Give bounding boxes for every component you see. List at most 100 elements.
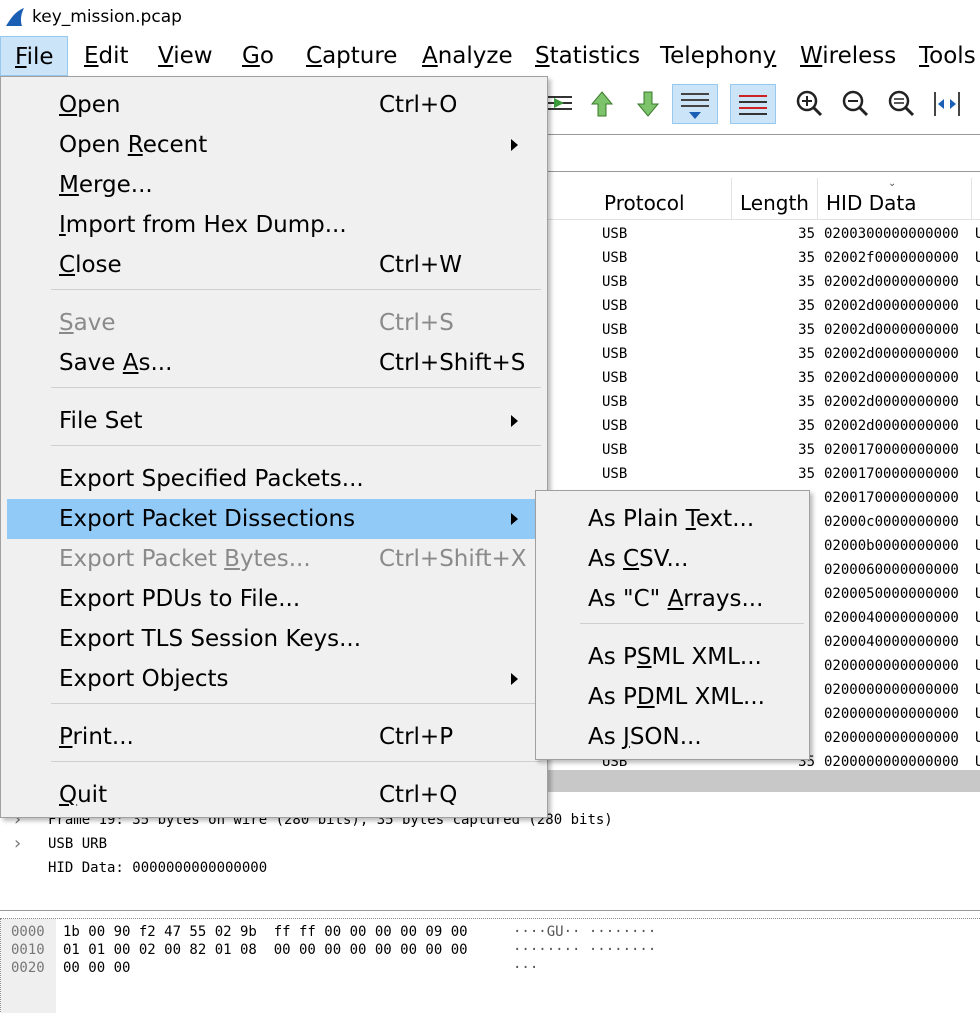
byte-offset: 0010	[11, 942, 45, 958]
menu-capture[interactable]: Capture	[292, 36, 411, 76]
submenu-item-json[interactable]: As JSON...	[536, 717, 809, 757]
packet-row[interactable]: USB 35 02002d0000000000 U	[540, 390, 980, 414]
detail-usb-urb[interactable]: USB URB	[48, 836, 107, 852]
title-bar: key_mission.pcap	[0, 0, 980, 36]
menu-item-file-set[interactable]: File Set	[7, 401, 535, 441]
packet-row[interactable]: USB 35 02002d0000000000 U	[540, 270, 980, 294]
byte-ascii[interactable]: ········ ········	[513, 942, 656, 958]
cell-hid-data: 02002d0000000000	[824, 394, 959, 410]
menu-item-import-hex[interactable]: Import from Hex Dump...	[7, 205, 535, 245]
submenu-item-csv[interactable]: As CSV...	[536, 539, 809, 579]
submenu-arrow-icon	[511, 139, 518, 151]
last-packet-icon[interactable]	[628, 84, 668, 124]
byte-hex[interactable]: 1b 00 90 f2 47 55 02 9b ff ff 00 00 00 0…	[63, 924, 468, 940]
menu-item-open[interactable]: Open Ctrl+O	[7, 85, 535, 125]
byte-hex[interactable]: 01 01 00 02 00 82 01 08 00 00 00 00 00 0…	[63, 942, 468, 958]
byte-hex[interactable]: 00 00 00	[63, 960, 130, 976]
cell-hid-data: 0200000000000000	[824, 658, 959, 674]
byte-ascii[interactable]: ···	[513, 960, 538, 976]
auto-scroll-icon[interactable]	[672, 84, 718, 124]
cell-length: 35	[798, 346, 815, 362]
cell-hid-data: 0200300000000000	[824, 226, 959, 242]
cell-hid-data: 02002d0000000000	[824, 322, 959, 338]
packet-row[interactable]: USB 35 02002f0000000000 U	[540, 246, 980, 270]
packet-row[interactable]: USB 35 0200170000000000 U	[540, 462, 980, 486]
menu-item-quit[interactable]: Quit Ctrl+Q	[7, 775, 535, 815]
menu-item-open-recent[interactable]: Open Recent	[7, 125, 535, 165]
packet-list-header: Protocol Length HID Data ⌄	[540, 178, 980, 220]
menu-item-export-pdus[interactable]: Export PDUs to File...	[7, 579, 535, 619]
menu-item-close[interactable]: Close Ctrl+W	[7, 245, 535, 285]
menu-view[interactable]: View	[144, 36, 227, 76]
menu-item-export-specified[interactable]: Export Specified Packets...	[7, 459, 535, 499]
menu-item-save-as[interactable]: Save As... Ctrl+Shift+S	[7, 343, 535, 383]
cell-hid-data: 0200040000000000	[824, 634, 959, 650]
sort-indicator-icon: ⌄	[888, 178, 897, 189]
menu-file[interactable]: File	[0, 36, 68, 76]
cell-hid-data: 0200170000000000	[824, 466, 959, 482]
menu-go[interactable]: Go	[228, 36, 288, 76]
cell-protocol: USB	[602, 442, 628, 458]
menu-item-export-bytes[interactable]: Export Packet Bytes... Ctrl+Shift+X	[7, 539, 535, 579]
cell-info: U	[975, 370, 980, 386]
colorize-icon[interactable]	[730, 84, 776, 124]
column-header-length[interactable]: Length	[732, 178, 818, 220]
horizontal-scrollbar[interactable]	[540, 770, 980, 792]
main-toolbar	[540, 78, 980, 130]
packet-row[interactable]: USB 35 02002d0000000000 U	[540, 342, 980, 366]
cell-length: 35	[798, 274, 815, 290]
packet-row[interactable]: USB 35 02002d0000000000 U	[540, 294, 980, 318]
cell-protocol: USB	[602, 274, 628, 290]
zoom-out-icon[interactable]	[836, 84, 876, 124]
menu-wireless[interactable]: Wireless	[786, 36, 910, 76]
menu-bar: File Edit View Go Capture Analyze Statis…	[0, 36, 980, 76]
menu-statistics[interactable]: Statistics	[521, 36, 654, 76]
cell-info: U	[975, 658, 980, 674]
cell-info: U	[975, 754, 980, 770]
expand-chevron-icon[interactable]: ›	[14, 833, 21, 854]
cell-length: 35	[798, 466, 815, 482]
cell-hid-data: 02000b0000000000	[824, 538, 959, 554]
menu-analyze[interactable]: Analyze	[408, 36, 527, 76]
menu-edit[interactable]: Edit	[70, 36, 143, 76]
submenu-item-pdml[interactable]: As PDML XML...	[536, 677, 809, 717]
shortcut-export-bytes: Ctrl+Shift+X	[379, 546, 527, 572]
menu-item-export-objects[interactable]: Export Objects	[7, 659, 535, 699]
menu-item-merge[interactable]: Merge...	[7, 165, 535, 205]
cell-hid-data: 0200000000000000	[824, 730, 959, 746]
display-filter-input[interactable]	[540, 134, 980, 172]
menu-separator	[51, 703, 541, 704]
shortcut-close: Ctrl+W	[379, 252, 462, 278]
zoom-in-icon[interactable]	[790, 84, 830, 124]
cell-info: U	[975, 322, 980, 338]
menu-item-save[interactable]: Save Ctrl+S	[7, 303, 535, 343]
submenu-arrow-icon	[511, 415, 518, 427]
submenu-item-plain-text[interactable]: As Plain Text...	[536, 499, 809, 539]
detail-hid-data[interactable]: HID Data: 0000000000000000	[48, 860, 267, 876]
packet-row[interactable]: USB 35 02002d0000000000 U	[540, 318, 980, 342]
menu-tools[interactable]: Tools	[905, 36, 980, 76]
cell-info: U	[975, 562, 980, 578]
byte-offset: 0020	[11, 960, 45, 976]
submenu-item-c-arrays[interactable]: As "C" Arrays...	[536, 579, 809, 619]
packet-row[interactable]: USB 35 0200300000000000 U	[540, 222, 980, 246]
byte-ascii[interactable]: ····GU·· ········	[513, 924, 656, 940]
packet-row[interactable]: USB 35 02002d0000000000 U	[540, 414, 980, 438]
packet-row[interactable]: USB 35 02002d0000000000 U	[540, 366, 980, 390]
menu-item-export-dissections[interactable]: Export Packet Dissections	[7, 499, 535, 539]
menu-item-export-tls[interactable]: Export TLS Session Keys...	[7, 619, 535, 659]
cell-info: U	[975, 226, 980, 242]
cell-length: 35	[798, 442, 815, 458]
menu-telephony[interactable]: Telephony	[646, 36, 790, 76]
column-header-protocol[interactable]: Protocol	[596, 178, 732, 220]
cell-hid-data: 0200170000000000	[824, 442, 959, 458]
normal-size-icon[interactable]	[882, 84, 922, 124]
packet-row[interactable]: USB 35 0200170000000000 U	[540, 438, 980, 462]
resize-columns-icon[interactable]	[928, 84, 968, 124]
first-packet-icon[interactable]	[582, 84, 622, 124]
menu-separator	[51, 761, 541, 762]
menu-item-print[interactable]: Print... Ctrl+P	[7, 717, 535, 757]
shortcut-print: Ctrl+P	[379, 724, 454, 750]
cell-protocol: USB	[602, 298, 628, 314]
submenu-item-psml[interactable]: As PSML XML...	[536, 637, 809, 677]
